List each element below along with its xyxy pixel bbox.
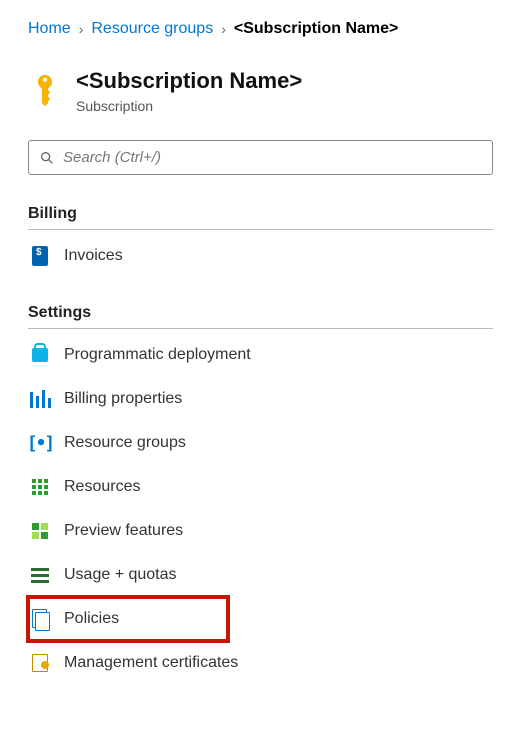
certificate-icon xyxy=(30,653,50,673)
search-box[interactable] xyxy=(28,140,493,175)
invoice-icon xyxy=(30,246,50,266)
sidebar-item-label: Preview features xyxy=(64,522,183,540)
breadcrumb-current: <Subscription Name> xyxy=(234,20,399,38)
breadcrumb-home[interactable]: Home xyxy=(28,20,71,38)
divider xyxy=(28,328,493,329)
sidebar-item-label: Programmatic deployment xyxy=(64,346,251,364)
sidebar-item-label: Usage + quotas xyxy=(64,566,177,584)
bar-chart-icon xyxy=(30,389,50,409)
key-icon xyxy=(28,72,62,106)
sidebar-item-resources[interactable]: Resources xyxy=(28,465,493,509)
search-input[interactable] xyxy=(63,149,482,166)
section-title-settings: Settings xyxy=(28,304,493,322)
chevron-right-icon: › xyxy=(221,21,226,37)
sidebar-item-preview-features[interactable]: Preview features xyxy=(28,509,493,553)
sidebar-item-label: Billing properties xyxy=(64,390,182,408)
breadcrumb-resource-groups[interactable]: Resource groups xyxy=(91,20,213,38)
page-header: <Subscription Name> Subscription xyxy=(28,68,493,114)
bag-icon xyxy=(30,345,50,365)
sidebar-item-label: Resource groups xyxy=(64,434,186,452)
sidebar-item-usage-quotas[interactable]: Usage + quotas xyxy=(28,553,493,597)
resource-group-icon: [•] xyxy=(30,433,50,453)
sidebar-item-label: Invoices xyxy=(64,247,123,265)
chevron-right-icon: › xyxy=(79,21,84,37)
usage-icon xyxy=(30,565,50,585)
policies-icon xyxy=(30,609,50,629)
section-title-billing: Billing xyxy=(28,205,493,223)
sidebar-item-billing-properties[interactable]: Billing properties xyxy=(28,377,493,421)
breadcrumb: Home › Resource groups › <Subscription N… xyxy=(28,20,493,38)
sidebar-item-management-certificates[interactable]: Management certificates xyxy=(28,641,493,685)
section-settings: Settings Programmatic deployment Billing… xyxy=(28,304,493,685)
sidebar-item-policies[interactable]: Policies xyxy=(28,597,228,641)
grid-icon xyxy=(30,477,50,497)
sidebar-item-invoices[interactable]: Invoices xyxy=(28,234,493,278)
sidebar-item-label: Policies xyxy=(64,610,119,628)
section-billing: Billing Invoices xyxy=(28,205,493,278)
sidebar-item-label: Resources xyxy=(64,478,140,496)
divider xyxy=(28,229,493,230)
page-title: <Subscription Name> xyxy=(76,68,302,94)
sidebar-item-resource-groups[interactable]: [•] Resource groups xyxy=(28,421,493,465)
preview-icon xyxy=(30,521,50,541)
sidebar-item-programmatic-deployment[interactable]: Programmatic deployment xyxy=(28,333,493,377)
search-icon xyxy=(39,150,55,166)
page-subtitle: Subscription xyxy=(76,98,302,114)
sidebar-item-label: Management certificates xyxy=(64,654,238,672)
